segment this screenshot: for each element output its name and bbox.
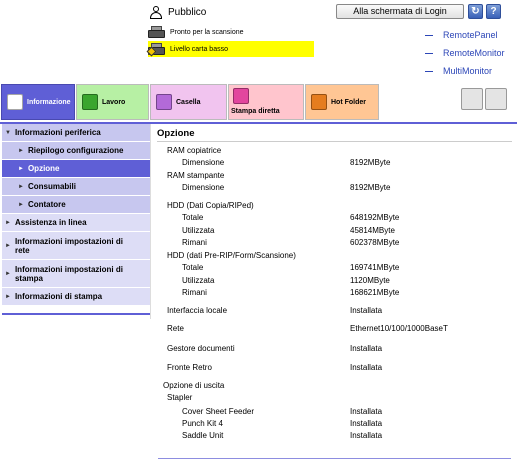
help-icon[interactable]: ?: [486, 4, 501, 19]
link-multi-monitor[interactable]: MultiMonitor: [425, 62, 505, 80]
option-label: Utilizzata: [182, 226, 215, 235]
maintenance-icon[interactable]: [461, 88, 483, 110]
option-label: HDD (Dati Copia/RIPed): [167, 201, 254, 210]
sidebar-divider: [150, 124, 151, 319]
sidebar-item-informazioni-di-stampa[interactable]: ► Informazioni di stampa: [2, 288, 150, 306]
option-value: 8192MByte: [350, 158, 391, 167]
triangle-right-icon: ►: [18, 201, 24, 208]
option-value: 8192MByte: [350, 183, 391, 192]
option-label: Rete: [167, 324, 184, 333]
option-value: 45814MByte: [350, 226, 395, 235]
option-value: 168621MByte: [350, 288, 400, 297]
triangle-right-icon: ►: [18, 183, 24, 190]
option-label: Interfaccia locale: [167, 306, 228, 315]
option-label: Gestore documenti: [167, 344, 235, 353]
option-label: Stapler: [167, 393, 193, 402]
job-icon: [82, 94, 98, 110]
sidebar-item-consumabili[interactable]: ► Consumabili: [2, 178, 150, 196]
triangle-right-icon: ►: [5, 219, 11, 226]
sidebar-item-assistenza-in-linea[interactable]: ► Assistenza in linea: [2, 214, 150, 232]
option-label: Fronte Retro: [167, 363, 212, 372]
user-icon: [150, 5, 162, 19]
link-dash-icon: [425, 70, 433, 72]
option-value: 648192MByte: [350, 213, 400, 222]
option-label: Saddle Unit: [182, 431, 224, 440]
sidebar-item-opzione[interactable]: ► Opzione: [2, 160, 150, 178]
option-label: Rimani: [182, 238, 207, 247]
link-dash-icon: [425, 34, 433, 36]
link-remote-panel[interactable]: RemotePanel: [425, 26, 505, 44]
tab-informazione[interactable]: Informazione: [1, 84, 75, 120]
option-value: Installata: [350, 344, 383, 353]
status-ready-text: Pronto per la scansione: [170, 28, 244, 36]
option-label: Dimensione: [182, 183, 225, 192]
display-icon[interactable]: [485, 88, 507, 110]
triangle-right-icon: ►: [5, 270, 11, 277]
link-remote-monitor[interactable]: RemoteMonitor: [425, 44, 505, 62]
printer-warning-icon: [146, 42, 166, 57]
status-ready: Pronto per la scansione: [148, 24, 244, 40]
triangle-right-icon: ►: [5, 293, 11, 300]
option-label: RAM copiatrice: [167, 146, 222, 155]
option-value: Installata: [350, 431, 383, 440]
option-label: Dimensione: [182, 158, 225, 167]
tab-stampa-diretta[interactable]: Stampa diretta: [228, 84, 304, 120]
option-value: 1120MByte: [350, 276, 390, 285]
login-button[interactable]: Alla schermata di Login: [336, 4, 464, 19]
sidebar: ▼ Informazioni periferica ► Riepilogo conf…: [2, 124, 150, 306]
status-warning: Livello carta basso: [146, 41, 314, 57]
tab-hot-folder[interactable]: Hot Folder: [305, 84, 379, 120]
option-value: Installata: [350, 419, 383, 428]
direct-print-icon: [233, 88, 249, 104]
external-links: RemotePanel RemoteMonitor MultiMonitor: [425, 26, 505, 80]
sidebar-item-impostazioni-stampa[interactable]: ► Informazioni impostazioni di stampa: [2, 260, 150, 288]
triangle-right-icon: ►: [18, 147, 24, 154]
main-content: Opzione: [157, 128, 507, 140]
link-dash-icon: [425, 52, 433, 54]
option-value: Installata: [350, 407, 383, 416]
sidebar-bottom-rule: [2, 313, 150, 315]
content-bottom-rule: [158, 458, 511, 459]
status-warning-text: Livello carta basso: [170, 45, 228, 53]
main-tabs: Informazione Lavoro Casella Stampa diret…: [0, 84, 517, 122]
triangle-right-icon: ►: [5, 242, 11, 249]
option-value: 602378MByte: [350, 238, 400, 247]
option-label: Utilizzata: [182, 276, 215, 285]
option-value: 169741MByte: [350, 263, 400, 272]
triangle-right-icon: ►: [18, 165, 24, 172]
sidebar-item-contatore[interactable]: ► Contatore: [2, 196, 150, 214]
hot-folder-icon: [311, 94, 327, 110]
sidebar-item-impostazioni-rete[interactable]: ► Informazioni impostazioni di rete: [2, 232, 150, 260]
triangle-down-icon: ▼: [5, 129, 11, 136]
option-label: Rimani: [182, 288, 207, 297]
sidebar-item-riepilogo-configurazione[interactable]: ► Riepilogo configurazione: [2, 142, 150, 160]
sidebar-item-informazioni-periferica[interactable]: ▼ Informazioni periferica: [2, 124, 150, 142]
option-label: Totale: [182, 213, 204, 222]
box-icon: [156, 94, 172, 110]
user-name: Pubblico: [168, 6, 207, 18]
option-label: Punch Kit 4: [182, 419, 223, 428]
option-value: Ethernet10/100/1000BaseT: [350, 324, 448, 333]
tab-casella[interactable]: Casella: [150, 84, 227, 120]
page-title: Opzione: [157, 128, 195, 139]
option-label: RAM stampante: [167, 171, 225, 180]
printer-icon: [148, 25, 166, 39]
option-label: Cover Sheet Feeder: [182, 407, 255, 416]
option-label: Opzione di uscita: [163, 381, 225, 390]
title-rule: [157, 141, 512, 142]
option-value: Installata: [350, 363, 383, 372]
tab-lavoro[interactable]: Lavoro: [76, 84, 149, 120]
option-value: Installata: [350, 306, 383, 315]
option-label: HDD (dati Pre-RIP/Form/Scansione): [167, 251, 296, 260]
info-icon: [7, 94, 23, 110]
refresh-icon[interactable]: ↻: [468, 4, 483, 19]
user-bar: Pubblico Alla schermata di Login ↻ ?: [150, 4, 515, 20]
option-label: Totale: [182, 263, 204, 272]
